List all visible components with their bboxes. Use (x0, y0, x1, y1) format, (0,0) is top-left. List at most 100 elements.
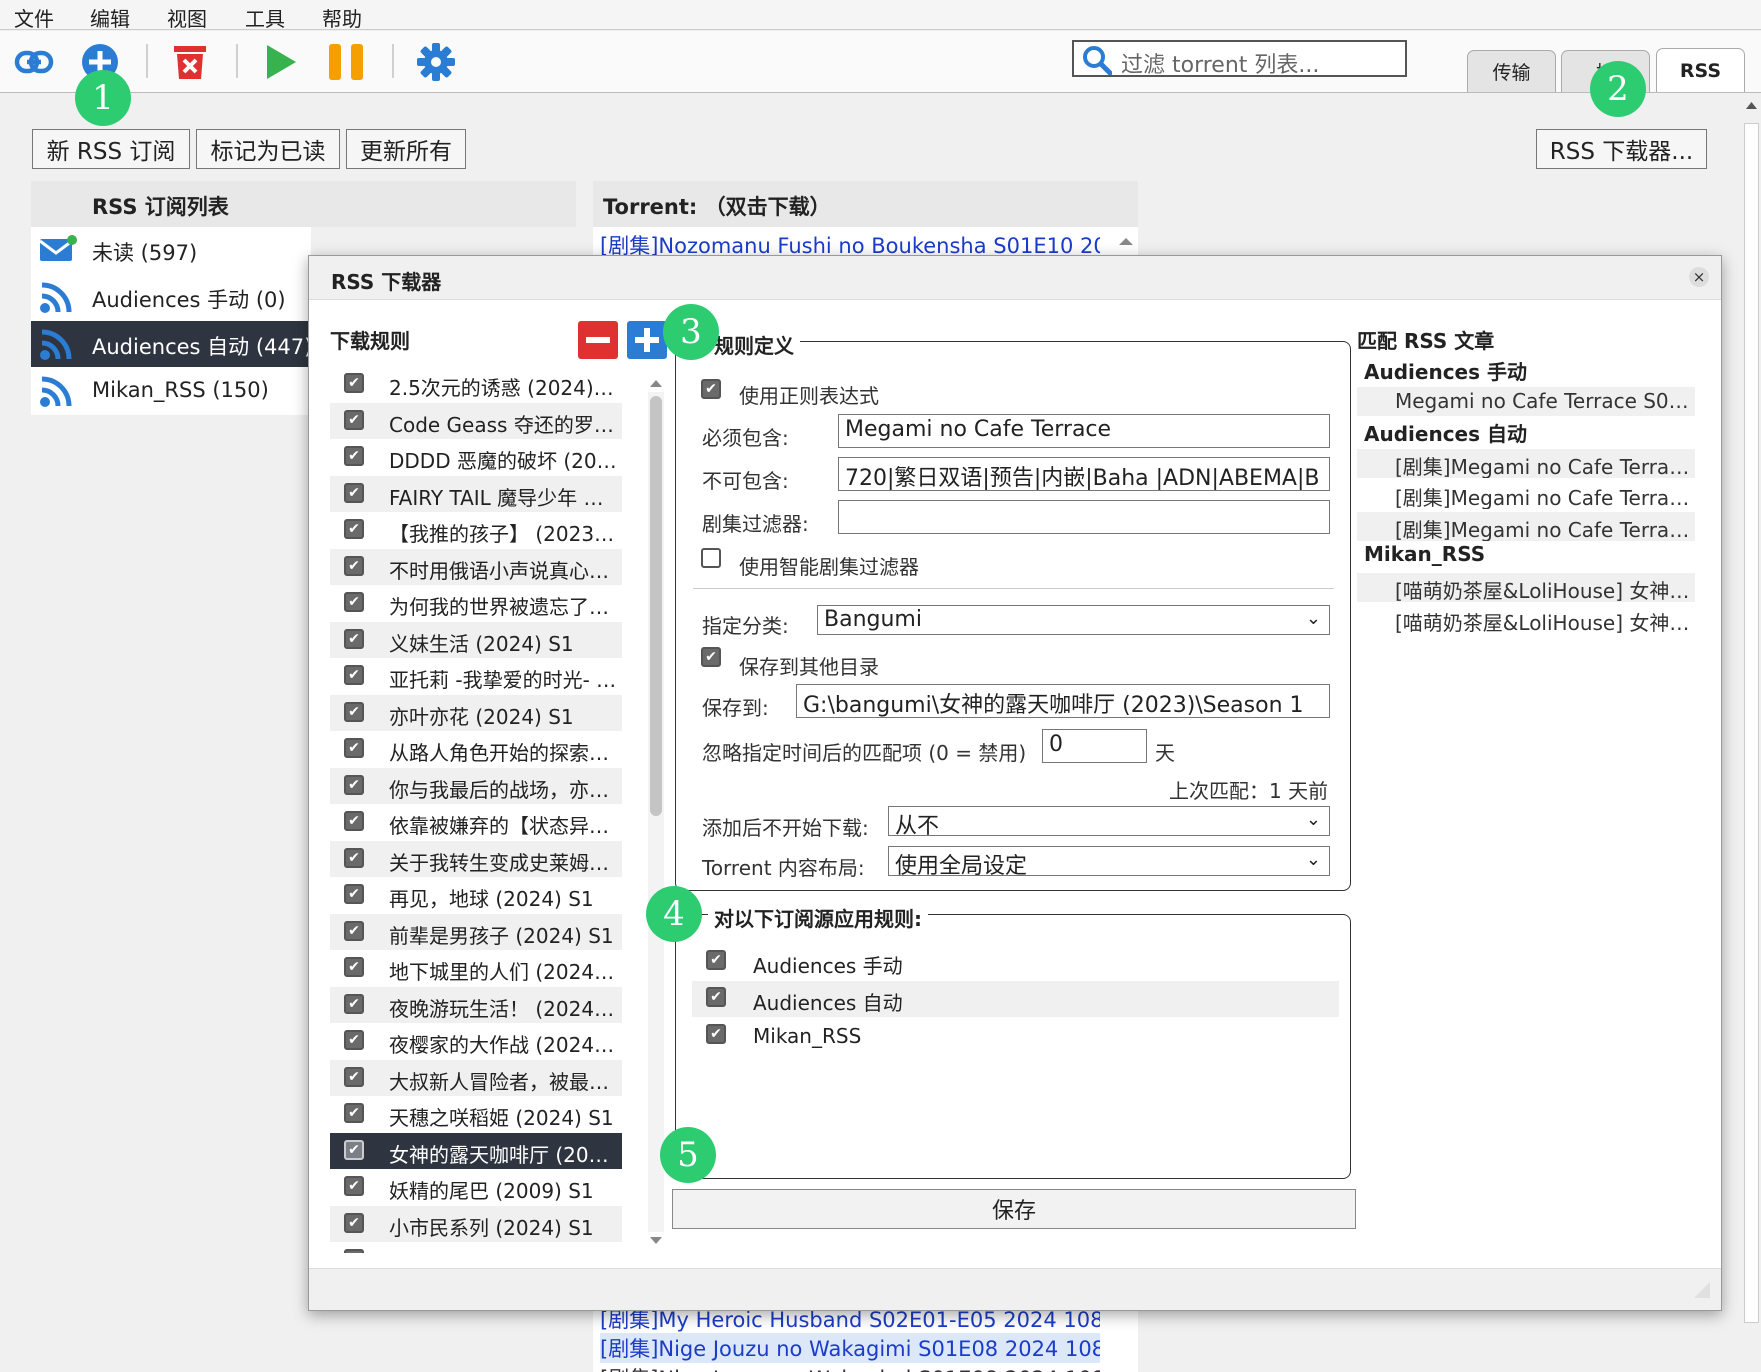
scroll-up-arrow-icon[interactable] (1745, 100, 1758, 110)
rule-enabled-checkbox[interactable] (344, 957, 364, 977)
download-rule-item[interactable]: 【我推的孩子】 (2023) S1 (330, 512, 622, 549)
rule-enabled-checkbox[interactable] (344, 373, 364, 393)
matching-feed-group[interactable]: Audiences 自动 (1364, 418, 1527, 447)
download-rule-item[interactable]: 夜晚游玩生活！ (2024) S1 (330, 986, 622, 1023)
feed-item-audiences-manual[interactable]: Audiences 手动 (0) (31, 274, 311, 320)
category-select[interactable]: Bangumi ⌄ (817, 605, 1330, 635)
feed-item-mikan-rss[interactable]: Mikan_RSS (150) (31, 368, 311, 414)
matching-article-item[interactable]: [剧集]Megami no Cafe Terrac… (1357, 511, 1695, 541)
must-contain-input[interactable]: Megami no Cafe Terrace (838, 414, 1330, 448)
rule-enabled-checkbox[interactable] (344, 811, 364, 831)
download-rule-item[interactable]: 关于我转生变成史莱姆… (330, 840, 622, 877)
rule-enabled-checkbox[interactable] (344, 1139, 364, 1160)
matching-feed-group[interactable]: Audiences 手动 (1364, 356, 1527, 385)
save-rule-button[interactable]: 保存 (672, 1189, 1356, 1229)
apply-feed-checkbox[interactable] (706, 987, 726, 1007)
feed-item-unread[interactable]: 未读 (597) (31, 227, 311, 273)
new-rss-subscription-button[interactable]: 新 RSS 订阅 (32, 129, 190, 169)
rule-enabled-checkbox[interactable] (344, 482, 364, 503)
rule-enabled-checkbox[interactable] (344, 446, 364, 466)
dialog-title-bar[interactable]: RSS 下载器 × (309, 256, 1721, 300)
download-rule-item[interactable]: FAIRY TAIL 魔导少年 百… (330, 475, 622, 512)
add-rule-button[interactable] (627, 321, 667, 359)
download-rule-item[interactable]: 义妹生活 (2024) S1 (330, 621, 622, 658)
rules-scrollbar-thumb[interactable] (650, 396, 662, 816)
use-regex-checkbox[interactable] (701, 379, 721, 399)
download-rule-item[interactable]: 异世…·自动人形 (2024) S1 (330, 1242, 622, 1253)
rule-enabled-checkbox[interactable] (344, 1212, 364, 1233)
rule-enabled-checkbox[interactable] (344, 920, 364, 941)
pause-icon[interactable] (326, 42, 366, 82)
matching-article-item[interactable]: [剧集]Megami no Cafe Terrac… (1357, 480, 1695, 509)
matching-article-item[interactable]: [喵萌奶茶屋&LoliHouse] 女神… (1357, 573, 1695, 602)
rule-enabled-checkbox[interactable] (344, 1176, 364, 1196)
menu-edit[interactable]: 编辑 (90, 3, 130, 32)
apply-feed-checkbox[interactable] (706, 950, 726, 970)
rule-enabled-checkbox[interactable] (344, 1030, 364, 1050)
apply-feed-item[interactable]: Audiences 手动 (692, 944, 1339, 980)
download-rule-item[interactable]: 再见，地球 (2024) S1 (330, 877, 622, 914)
content-layout-select[interactable]: 使用全局设定 ⌄ (888, 846, 1330, 879)
torrent-item[interactable]: [剧集]Nige Jouzu no Wakagimi S01E08 2024 1… (600, 1363, 1100, 1372)
mark-as-read-button[interactable]: 标记为已读 (196, 129, 340, 169)
apply-feed-item[interactable]: Audiences 自动 (692, 981, 1339, 1017)
download-rule-item[interactable]: 天穗之咲稻姫 (2024) S1 (330, 1096, 622, 1133)
close-icon[interactable]: × (1689, 267, 1709, 287)
download-rule-item[interactable]: 依靠被嫌弃的【状态异… (330, 804, 622, 841)
rss-downloader-button[interactable]: RSS 下载器... (1536, 129, 1707, 169)
rule-enabled-checkbox[interactable] (344, 1103, 364, 1123)
download-rule-item[interactable]: DDDD 恶魔的破坏 (202… (330, 439, 622, 476)
matching-article-item[interactable]: [喵萌奶茶屋&LoliHouse] 女神… (1357, 605, 1695, 634)
matching-article-item[interactable]: Megami no Cafe Terrace S01… (1357, 387, 1695, 416)
add-link-icon[interactable] (14, 42, 54, 82)
download-rule-item[interactable]: 2.5次元的诱惑 (2024) S1 (330, 366, 622, 403)
download-rule-item[interactable]: 为何我的世界被遗忘了… (330, 585, 622, 622)
download-rule-item[interactable]: 从路人角色开始的探索… (330, 731, 622, 768)
rule-enabled-checkbox[interactable] (344, 993, 364, 1014)
download-rule-item[interactable]: 大叔新人冒险者，被最… (330, 1059, 622, 1096)
rule-enabled-checkbox[interactable] (344, 665, 364, 685)
download-rule-item[interactable]: 亚托莉 -我挚爱的时光- (… (330, 658, 622, 695)
apply-feed-checkbox[interactable] (706, 1024, 726, 1044)
rule-enabled-checkbox[interactable] (344, 1249, 364, 1253)
main-scrollbar-thumb[interactable] (1744, 123, 1759, 1323)
rules-scrollbar[interactable] (648, 378, 664, 1248)
torrent-filter-input[interactable]: 过滤 torrent 列表... (1072, 40, 1407, 78)
delete-icon[interactable] (170, 42, 210, 82)
rule-enabled-checkbox[interactable] (344, 701, 364, 722)
download-rule-item[interactable]: 妖精的尾巴 (2009) S1 (330, 1169, 622, 1206)
rule-enabled-checkbox[interactable] (344, 1066, 364, 1087)
download-rule-item[interactable]: 不时用俄语小声说真心… (330, 548, 622, 585)
resize-grip-icon[interactable] (1693, 1281, 1711, 1299)
download-rule-item[interactable]: 小市民系列 (2024) S1 (330, 1205, 622, 1242)
save-to-other-dir-checkbox[interactable] (701, 647, 721, 667)
menu-help[interactable]: 帮助 (322, 3, 362, 32)
must-not-contain-input[interactable]: 720|繁日双语|预告|内嵌|Baha |ADN|ABEMA|B (838, 457, 1330, 491)
settings-gear-icon[interactable] (416, 42, 456, 82)
rule-enabled-checkbox[interactable] (344, 628, 364, 649)
episode-filter-input[interactable] (838, 500, 1330, 534)
tab-rss[interactable]: RSS (1656, 48, 1745, 92)
tab-transfers[interactable]: 传输 (1467, 50, 1556, 92)
add-paused-select[interactable]: 从不 ⌄ (888, 806, 1330, 839)
download-rule-item[interactable]: 夜樱家的大作战 (2024) S1 (330, 1023, 622, 1060)
download-rule-item[interactable]: 地下城里的人们 (2024) S1 (330, 950, 622, 987)
download-rule-item[interactable]: 前辈是男孩子 (2024) S1 (330, 913, 622, 950)
rule-enabled-checkbox[interactable] (344, 409, 364, 430)
download-rule-item[interactable]: 你与我最后的战场，亦… (330, 767, 622, 804)
menu-view[interactable]: 视图 (167, 3, 207, 32)
torrent-item[interactable]: [剧集]Nige Jouzu no Wakagimi S01E08 2024 1… (600, 1333, 1100, 1363)
rule-enabled-checkbox[interactable] (344, 519, 364, 539)
rule-enabled-checkbox[interactable] (344, 774, 364, 795)
scroll-up-arrow-icon[interactable] (649, 378, 663, 388)
rule-enabled-checkbox[interactable] (344, 738, 364, 758)
apply-feed-item[interactable]: Mikan_RSS (692, 1018, 1339, 1054)
download-rule-item[interactable]: Code Geass 夺还的罗赛… (330, 402, 622, 439)
rule-enabled-checkbox[interactable] (344, 884, 364, 904)
download-rule-item[interactable]: 女神的露天咖啡厅 (2023… (330, 1132, 622, 1169)
download-rule-item[interactable]: 亦叶亦花 (2024) S1 (330, 694, 622, 731)
remove-rule-button[interactable] (578, 321, 618, 359)
scroll-down-arrow-icon[interactable] (649, 1236, 663, 1246)
main-scrollbar[interactable] (1742, 93, 1761, 1372)
save-path-input[interactable]: G:\bangumi\女神的露天咖啡厅 (2023)\Season 1 (796, 684, 1330, 718)
